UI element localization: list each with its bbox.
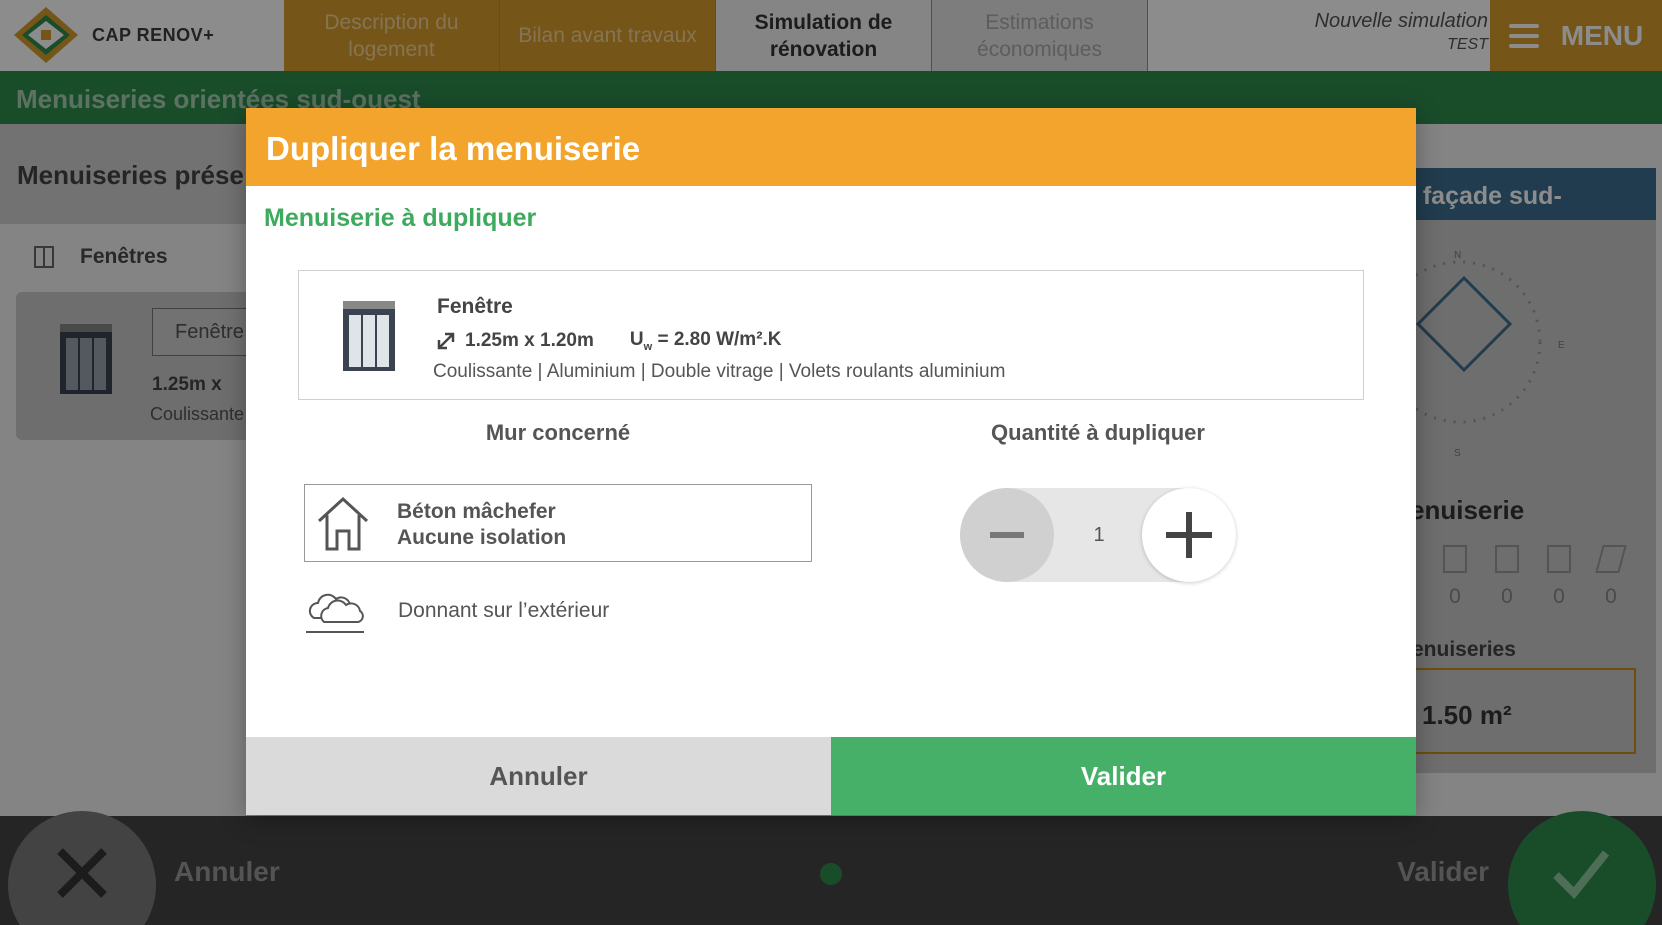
item-specs: 1.25m x 1.20m Uw = 2.80 W/m².K	[437, 329, 782, 353]
dialog-cancel-button[interactable]: Annuler	[246, 737, 831, 815]
dialog-title: Dupliquer la menuiserie	[246, 108, 1416, 186]
item-description: Coulissante | Aluminium | Double vitrage…	[433, 361, 1006, 382]
house-icon	[317, 496, 369, 551]
wall-label: Béton mâchefer Aucune isolation	[397, 499, 566, 551]
wall-insulation: Aucune isolation	[397, 526, 567, 549]
uw-sub: w	[643, 340, 653, 353]
menuiserie-to-duplicate: Fenêtre 1.25m x 1.20m Uw = 2.80 W/m².K C…	[298, 270, 1364, 400]
wall-material: Béton mâchefer	[397, 500, 556, 523]
outside-label: Donnant sur l’extérieur	[398, 599, 610, 622]
item-dimensions: 1.25m x 1.20m	[465, 329, 594, 351]
quantity-title: Quantité à dupliquer	[991, 420, 1205, 445]
item-name: Fenêtre	[437, 295, 513, 318]
minus-icon	[990, 532, 1024, 538]
quantity-stepper: 1	[960, 488, 1236, 582]
wall-title: Mur concerné	[485, 420, 631, 445]
dialog-footer: Annuler Valider	[246, 737, 1416, 815]
window-thumbnail-icon	[343, 301, 395, 371]
cloud-icon	[306, 593, 364, 633]
item-uw: Uw = 2.80 W/m².K	[630, 329, 782, 353]
decrement-button[interactable]	[960, 488, 1054, 582]
uw-label: U	[629, 329, 644, 350]
quantity-value: 1	[1093, 524, 1105, 546]
dialog-validate-button[interactable]: Valider	[831, 737, 1416, 815]
outside-indicator: Donnant sur l’extérieur	[304, 586, 609, 636]
dialog-subtitle: Menuiserie à dupliquer	[264, 204, 537, 232]
duplicate-dialog: Dupliquer la menuiserie Menuiserie à dup…	[246, 108, 1416, 815]
increment-button[interactable]	[1142, 488, 1236, 582]
uw-value: = 2.80 W/m².K	[652, 329, 782, 350]
resize-icon	[437, 332, 455, 350]
wall-selector[interactable]: Béton mâchefer Aucune isolation	[304, 484, 812, 562]
